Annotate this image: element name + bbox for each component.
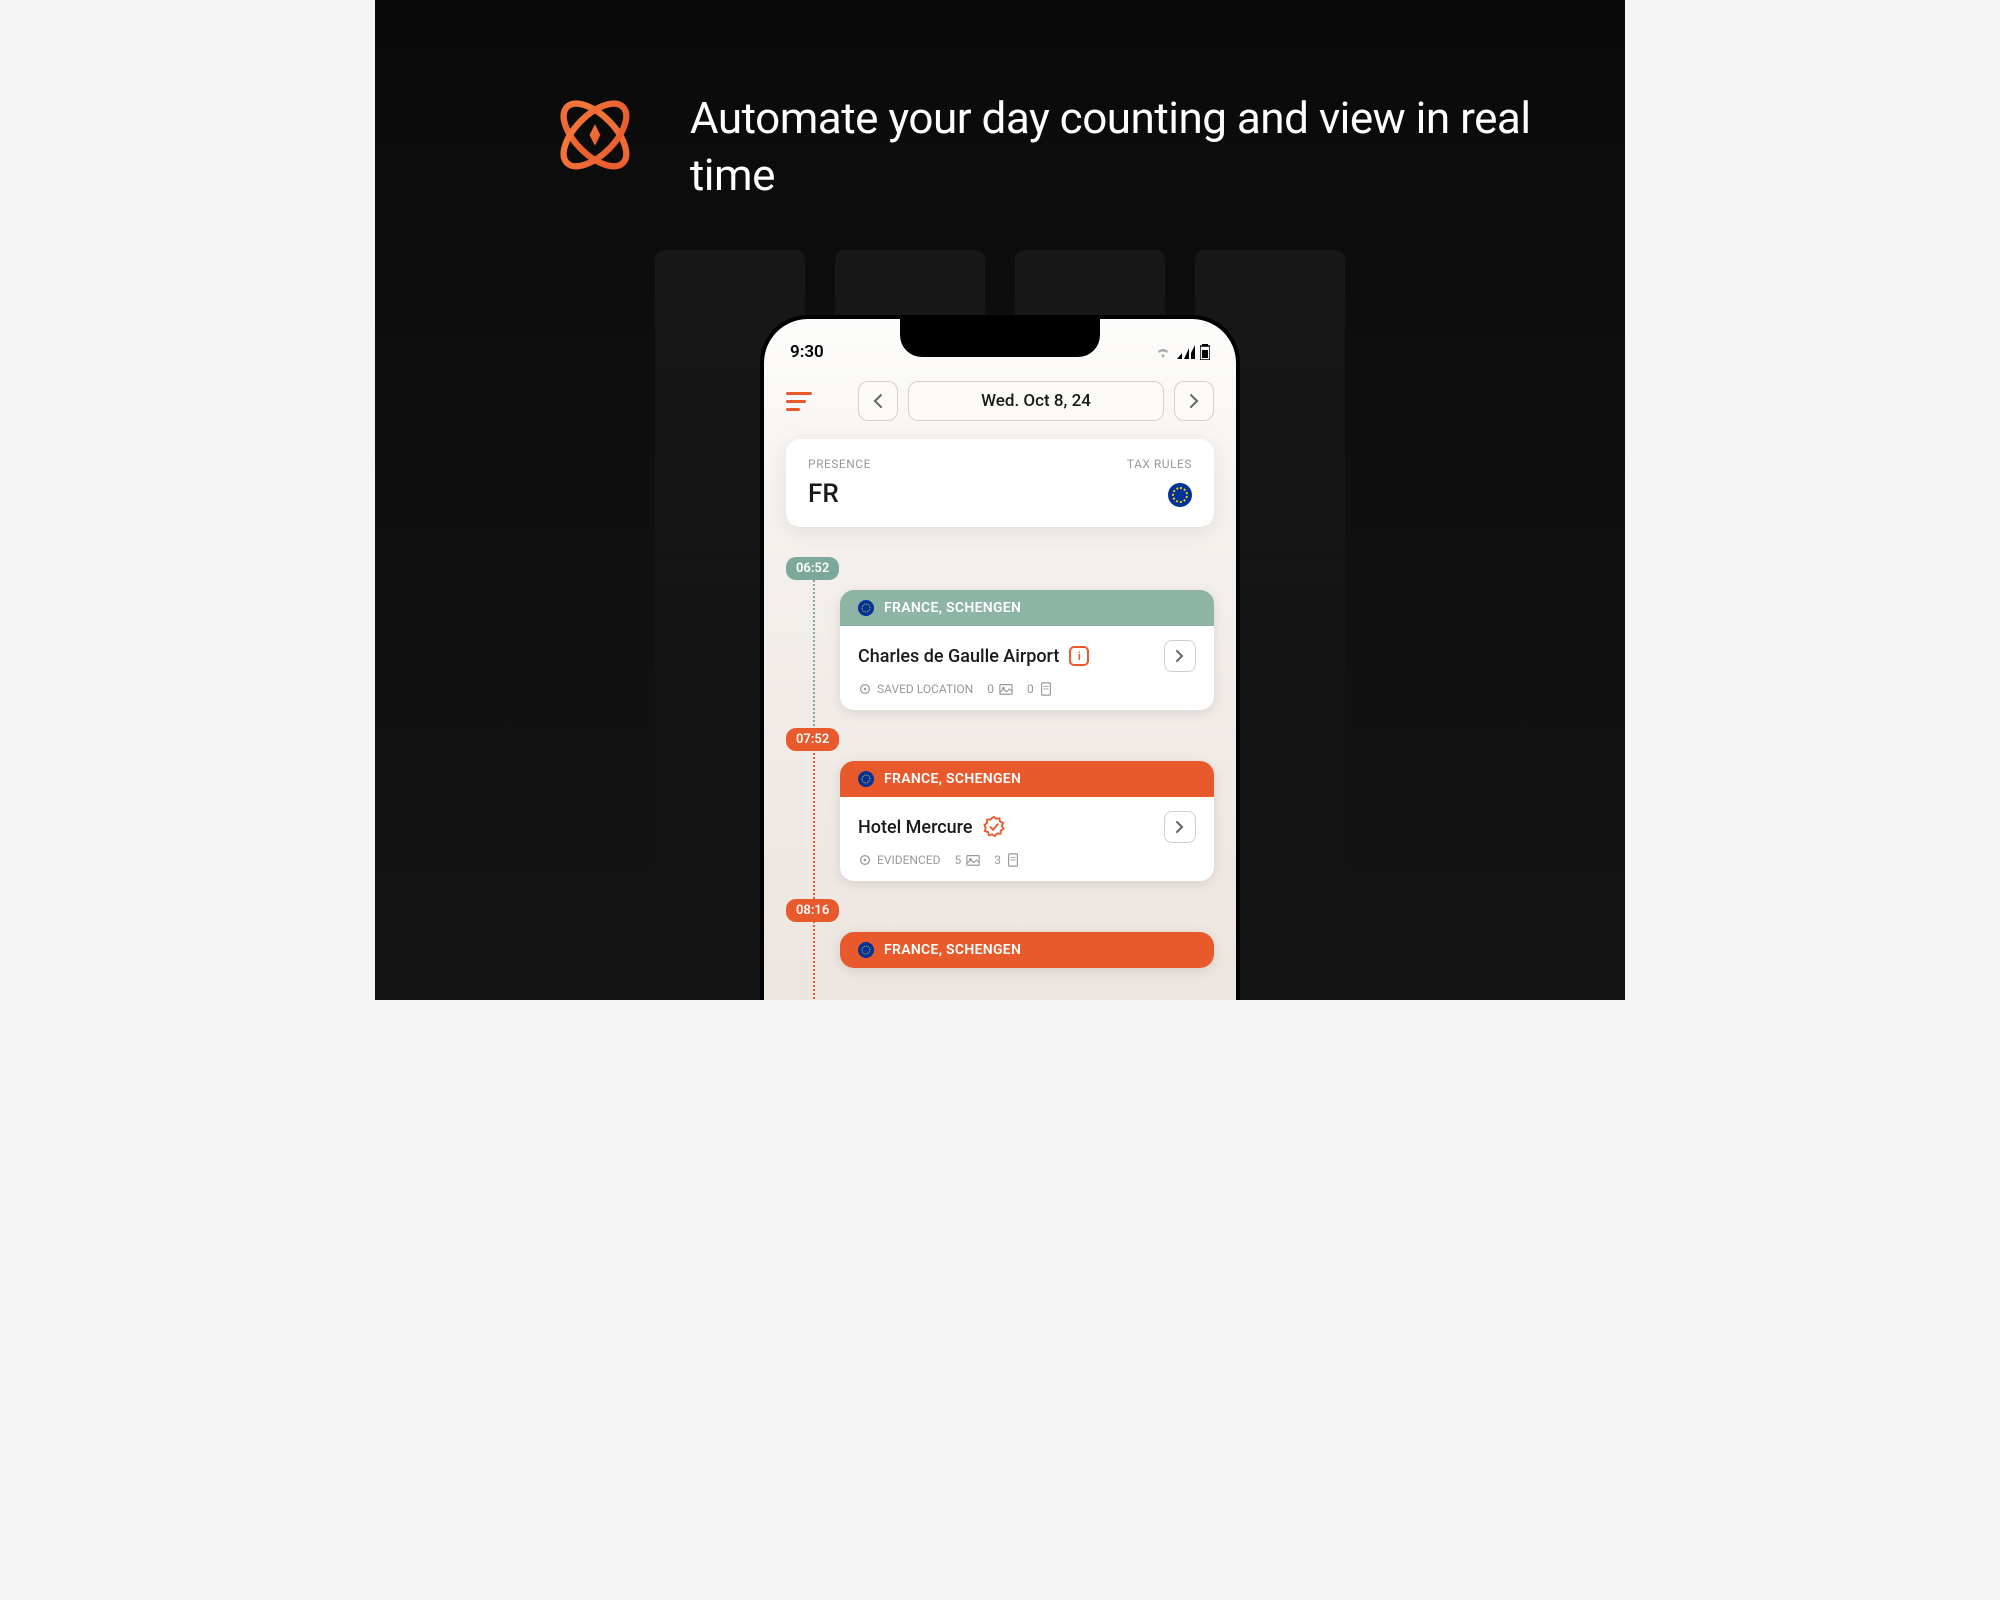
receipt-icon — [1006, 853, 1020, 867]
event-meta-docs: 3 — [994, 853, 1020, 867]
event-meta-location: SAVED LOCATION — [858, 682, 973, 696]
event-detail-button[interactable] — [1164, 640, 1196, 672]
receipt-icon — [1039, 682, 1053, 696]
battery-icon — [1200, 344, 1210, 360]
presence-card[interactable]: PRESENCE FR TAX RULES — [786, 439, 1214, 527]
chevron-right-icon — [1189, 394, 1199, 408]
eu-flag-icon — [858, 600, 874, 616]
chevron-right-icon — [1176, 650, 1184, 662]
event-header: FRANCE, SCHENGEN — [840, 932, 1214, 968]
event-meta-location: EVIDENCED — [858, 853, 941, 867]
app-logo-icon — [550, 90, 640, 180]
event-header: FRANCE, SCHENGEN — [840, 590, 1214, 626]
headline-text: Automate your day counting and view in r… — [690, 90, 1625, 204]
time-badge: 07:52 — [786, 728, 839, 751]
timeline-event-card[interactable]: FRANCE, SCHENGEN Charles de Gaulle Airpo… — [840, 590, 1214, 710]
event-region: FRANCE, SCHENGEN — [884, 771, 1021, 787]
photo-icon — [966, 853, 980, 867]
event-title: Hotel Mercure — [858, 817, 973, 838]
presence-value: FR — [808, 479, 871, 509]
photo-icon — [999, 682, 1013, 696]
phone-notch — [900, 319, 1100, 357]
event-region: FRANCE, SCHENGEN — [884, 600, 1021, 616]
target-icon — [858, 682, 872, 696]
date-selector[interactable]: Wed. Oct 8, 24 — [908, 381, 1164, 421]
eu-flag-icon — [858, 942, 874, 958]
status-icons — [1154, 344, 1210, 360]
event-title: Charles de Gaulle Airport — [858, 646, 1059, 667]
tax-rules-label: TAX RULES — [1127, 457, 1192, 471]
event-detail-button[interactable] — [1164, 811, 1196, 843]
time-badge: 08:16 — [786, 899, 839, 922]
phone-mockup: 9:30 — [760, 315, 1240, 1000]
event-region: FRANCE, SCHENGEN — [884, 942, 1021, 958]
prev-day-button[interactable] — [858, 381, 898, 421]
event-header: FRANCE, SCHENGEN — [840, 761, 1214, 797]
next-day-button[interactable] — [1174, 381, 1214, 421]
signal-icon — [1177, 345, 1195, 359]
target-icon — [858, 853, 872, 867]
info-icon: i — [1069, 646, 1089, 666]
verified-badge-icon — [983, 816, 1005, 838]
event-meta-photos: 5 — [955, 853, 981, 867]
presence-label: PRESENCE — [808, 457, 871, 471]
menu-icon[interactable] — [786, 389, 818, 413]
event-meta-photos: 0 — [987, 682, 1013, 696]
eu-flag-icon — [1168, 483, 1192, 507]
timeline-event-card[interactable]: FRANCE, SCHENGEN Hotel Mercure — [840, 761, 1214, 881]
time-badge: 06:52 — [786, 557, 839, 580]
status-time: 9:30 — [790, 342, 824, 362]
chevron-left-icon — [873, 394, 883, 408]
event-meta-docs: 0 — [1027, 682, 1053, 696]
eu-flag-icon — [858, 771, 874, 787]
chevron-right-icon — [1176, 821, 1184, 833]
wifi-icon — [1154, 345, 1172, 359]
timeline: 06:52 FRANCE, SCHENGEN Charles de Gaulle… — [764, 557, 1236, 968]
timeline-event-card[interactable]: FRANCE, SCHENGEN — [840, 932, 1214, 968]
